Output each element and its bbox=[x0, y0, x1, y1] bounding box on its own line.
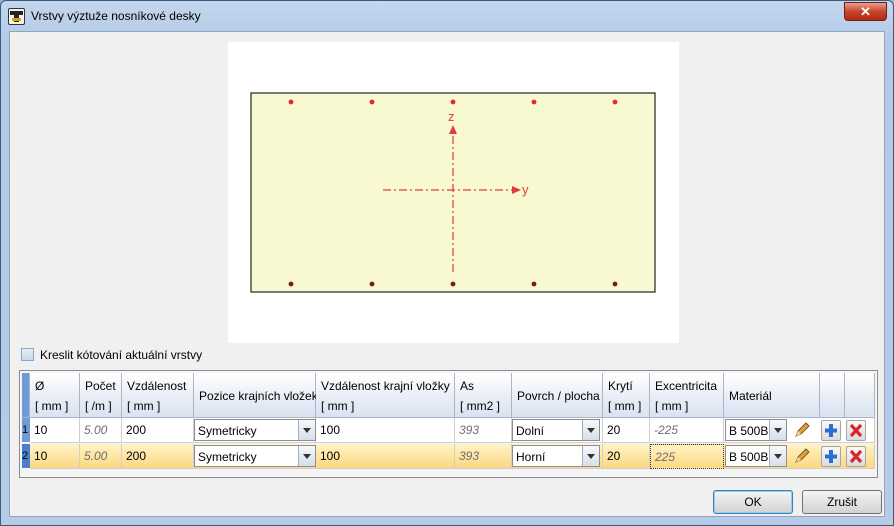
rebar-dot bbox=[450, 281, 456, 287]
row-header-corner bbox=[22, 373, 30, 418]
surface-select[interactable]: Dolní bbox=[512, 419, 600, 441]
as-cell: 393 bbox=[455, 418, 512, 443]
title-bar[interactable]: Vrstvy výztuže nosníkové desky ✕ bbox=[1, 1, 893, 31]
column-header-material[interactable]: Materiál bbox=[724, 373, 820, 418]
column-header-spacing[interactable]: Vzdálenost [ mm ] bbox=[122, 373, 194, 418]
chevron-down-icon[interactable] bbox=[769, 446, 786, 466]
close-button[interactable]: ✕ bbox=[844, 2, 887, 21]
spacing-cell[interactable]: 200 bbox=[122, 418, 194, 443]
spacing-cell[interactable]: 200 bbox=[122, 444, 194, 469]
row-header[interactable]: 1 bbox=[22, 418, 30, 443]
edge-position-select[interactable]: Symetricky bbox=[194, 445, 316, 467]
column-header-edge-distance[interactable]: Vzdálenost krajní vložky [ mm ] bbox=[316, 373, 455, 418]
dialog-window: Vrstvy výztuže nosníkové desky ✕ z y Kre… bbox=[0, 0, 894, 526]
column-header-add bbox=[820, 373, 845, 418]
column-header-diameter[interactable]: Ø [ mm ] bbox=[30, 373, 80, 418]
edge-distance-cell[interactable]: 100 bbox=[316, 418, 455, 443]
edge-distance-cell[interactable]: 100 bbox=[316, 444, 455, 469]
z-axis-label: z bbox=[448, 109, 455, 124]
column-header-count[interactable]: Počet [ /m ] bbox=[80, 373, 122, 418]
cancel-button[interactable]: Zrušit bbox=[802, 490, 882, 514]
column-header-as[interactable]: As [ mm2 ] bbox=[455, 373, 512, 418]
column-header-cover[interactable]: Krytí [ mm ] bbox=[603, 373, 650, 418]
rebar-dot bbox=[369, 99, 375, 105]
plus-icon[interactable] bbox=[821, 446, 841, 467]
reinforcement-layers-table: Ø [ mm ] Počet [ /m ] Vzdálenost [ mm ] … bbox=[19, 370, 878, 478]
count-cell: 5.00 bbox=[80, 418, 122, 443]
draw-dimensions-checkbox[interactable] bbox=[21, 348, 34, 361]
rebar-dot bbox=[531, 281, 537, 287]
draw-dimensions-label: Kreslit kótování aktuální vrstvy bbox=[40, 348, 203, 362]
app-logo-icon bbox=[8, 8, 25, 25]
cross-section-preview: z y bbox=[228, 42, 679, 343]
rebar-dot bbox=[450, 99, 456, 105]
rebar-dot bbox=[612, 281, 618, 287]
row-header[interactable]: 2 bbox=[22, 444, 30, 469]
rebar-dot bbox=[369, 281, 375, 287]
diameter-cell[interactable]: 10 bbox=[30, 444, 80, 469]
plus-icon[interactable] bbox=[821, 420, 841, 441]
cover-cell[interactable]: 20 bbox=[603, 444, 650, 469]
column-header-surface[interactable]: Povrch / plocha bbox=[512, 373, 603, 418]
window-title: Vrstvy výztuže nosníkové desky bbox=[31, 9, 201, 23]
chevron-down-icon[interactable] bbox=[298, 420, 315, 440]
chevron-down-icon[interactable] bbox=[769, 420, 786, 440]
count-cell: 5.00 bbox=[80, 444, 122, 469]
pencil-icon[interactable] bbox=[792, 446, 812, 467]
rebar-dot bbox=[288, 99, 294, 105]
chevron-down-icon[interactable] bbox=[582, 446, 599, 466]
delete-x-icon[interactable] bbox=[846, 420, 866, 441]
surface-select[interactable]: Horní bbox=[512, 445, 600, 467]
rebar-dot bbox=[531, 99, 537, 105]
cover-cell[interactable]: 20 bbox=[603, 418, 650, 443]
column-header-delete bbox=[845, 373, 875, 418]
y-axis-label: y bbox=[522, 182, 529, 197]
rebar-dot bbox=[288, 281, 294, 287]
edge-position-select[interactable]: Symetricky bbox=[194, 419, 316, 441]
dialog-content: z y Kreslit kótování aktuální vrstvy Ø [… bbox=[9, 31, 885, 517]
cross-section-drawing: z y bbox=[250, 92, 656, 293]
ok-button[interactable]: OK bbox=[713, 490, 793, 514]
pencil-icon[interactable] bbox=[792, 420, 812, 441]
material-select[interactable]: B 500B bbox=[725, 419, 787, 441]
material-select[interactable]: B 500B bbox=[725, 445, 787, 467]
delete-x-icon[interactable] bbox=[846, 446, 866, 467]
chevron-down-icon[interactable] bbox=[298, 446, 315, 466]
diameter-cell[interactable]: 10 bbox=[30, 418, 80, 443]
column-header-eccentricity[interactable]: Excentricita [ mm ] bbox=[650, 373, 724, 418]
eccentricity-cell: -225 bbox=[650, 418, 724, 443]
column-header-edge-position[interactable]: Pozice krajních vložek bbox=[194, 373, 318, 418]
eccentricity-cell: 225 bbox=[650, 444, 724, 469]
as-cell: 393 bbox=[455, 444, 512, 469]
chevron-down-icon[interactable] bbox=[582, 420, 599, 440]
rebar-dot bbox=[612, 99, 618, 105]
